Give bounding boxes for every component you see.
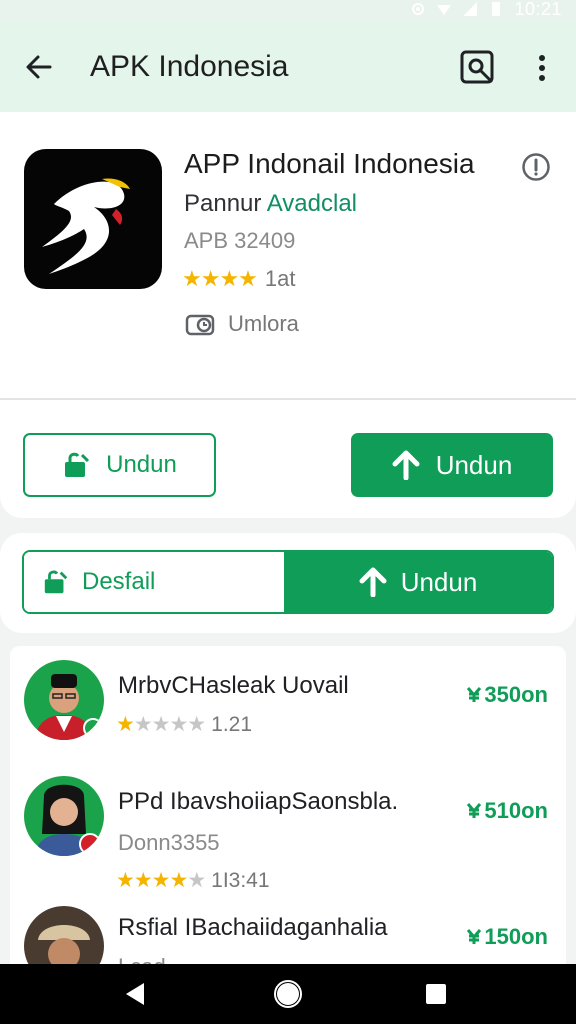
list-item-stars: ★★★★★ [116,869,206,892]
primary-download-button[interactable]: Undun [351,433,553,497]
circle-home-icon [274,980,302,1008]
list-item-rating: ★★★★★ 1.21 [116,712,252,737]
status-icons: 10:21 [410,0,562,19]
secondary-download-label: Undun [106,451,177,478]
search-icon [460,50,494,84]
rating-count: 1at [264,266,296,291]
triangle-back-icon [126,983,144,1005]
wifi-icon [437,5,452,15]
arrow-up-icon [359,567,387,597]
info-icon [522,153,550,181]
app-header-card: APP Indonail Indonesia Pannur Avadclal A… [0,112,576,400]
price-icon [467,929,482,944]
more-vert-icon [539,55,545,81]
price-icon [467,803,482,818]
arrow-back-icon [26,55,52,79]
avatar [24,776,104,856]
app-logo-icon [24,149,162,289]
list-item-price: 350on [466,682,548,708]
list-item-rating-value: 1.21 [211,712,253,736]
rating-row: ★★★★ 1at [182,266,295,292]
developer-name[interactable]: Pannur [184,190,261,217]
availability-status: Avadclal [266,190,358,217]
list-item-price: 510on [466,798,548,824]
unlock-icon [65,452,90,477]
list-item-rating-value: 1I3:41 [211,868,270,892]
settings-sync-icon [412,3,425,15]
nav-recents-button[interactable] [420,978,452,1010]
list-item-subtitle: Donn3355 [118,830,220,855]
category-row: Umlora [184,310,299,338]
list-item-price: 150on [466,924,548,950]
segmented-card: Desfail Undun [0,533,576,633]
list-item-title: Rsfial IBachaiidaganhalia [118,914,388,941]
status-time: 10:21 [514,0,562,19]
list-item[interactable]: MrbvCHasleak Uovail ★★★★★ 1.21 350on [10,646,566,762]
page-title: APK Indonesia [90,50,289,83]
system-nav-bar [0,964,576,1024]
list-item-rating: ★★★★★ 1I3:41 [116,868,270,893]
app-bar: APK Indonesia [0,22,576,112]
info-button[interactable] [521,152,551,182]
signal-icon [463,2,478,16]
download-segment[interactable]: Undun [284,552,552,612]
search-button[interactable] [456,46,500,90]
status-bar: 10:21 [0,0,576,22]
list-item-title: PPd IbavshoiiapSaonsbla. [118,788,399,815]
rating-stars: ★★★★ [182,266,258,291]
unlock-icon [44,570,68,594]
avatar [24,660,104,740]
category-icon [185,314,215,336]
app-version: APB 32409 [184,228,296,253]
details-segment-label: Desfail [82,568,156,595]
square-recents-icon [426,984,446,1004]
back-button[interactable] [20,48,58,86]
nav-back-button[interactable] [120,978,152,1010]
category-label: Umlora [228,311,299,336]
battery-icon [492,2,501,16]
action-buttons-card: Undun Undun [0,400,576,518]
app-name: APP Indonail Indonesia [184,148,475,179]
secondary-download-button[interactable]: Undun [23,433,216,497]
primary-download-label: Undun [435,449,513,480]
reviews-list: MrbvCHasleak Uovail ★★★★★ 1.21 350on PPd… [10,646,566,976]
list-item-stars: ★★★★★ [116,713,206,736]
developer-line: Pannur Avadclal [184,190,357,218]
segmented-control: Desfail Undun [22,550,554,614]
download-segment-label: Undun [400,566,478,597]
price-icon [467,687,482,702]
list-item-title: MrbvCHasleak Uovail [118,672,349,699]
more-options-button[interactable] [526,48,558,88]
arrow-up-icon [392,450,420,480]
list-item[interactable]: PPd IbavshoiiapSaonsbla. Donn3355 ★★★★★ … [10,762,566,892]
nav-home-button[interactable] [272,978,304,1010]
details-segment[interactable]: Desfail [24,552,284,612]
